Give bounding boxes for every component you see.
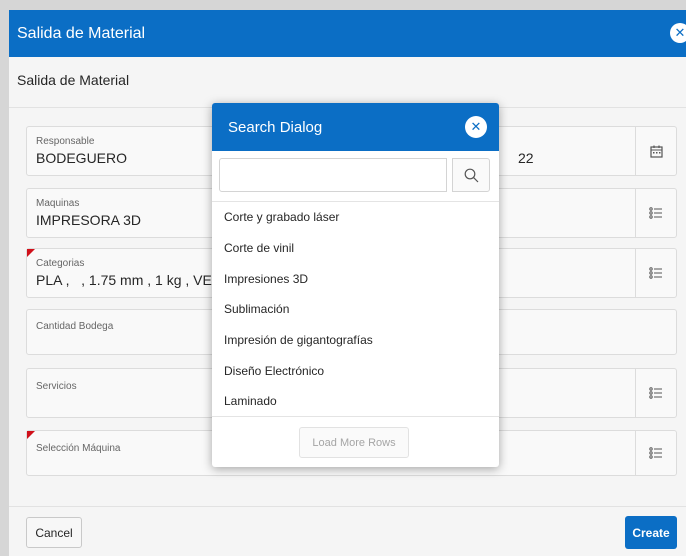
required-marker [27, 249, 35, 257]
list-item[interactable]: Sublimación [212, 294, 499, 325]
search-dialog: Search Dialog ✕ Corte y grabado láser Co… [212, 103, 499, 467]
search-button[interactable] [452, 158, 490, 192]
cancel-button[interactable]: Cancel [26, 517, 82, 548]
categorias-value: PLA , , 1.75 mm , 1 kg , VERD [36, 272, 233, 288]
categorias-label: Categorias [36, 258, 85, 269]
footer-divider [9, 506, 686, 507]
maquinas-value: IMPRESORA 3D [36, 212, 142, 228]
search-bar [212, 151, 499, 202]
list-item[interactable]: Laminado [212, 386, 499, 417]
list-item[interactable]: Diseño Electrónico [212, 355, 499, 386]
search-dialog-footer: Load More Rows [212, 416, 499, 467]
list-icon[interactable] [635, 249, 676, 297]
close-icon[interactable]: ✕ [465, 116, 487, 138]
required-marker [27, 431, 35, 439]
list-item[interactable]: Impresión de gigantografías [212, 325, 499, 356]
list-icon[interactable] [635, 369, 676, 417]
responsable-value: BODEGUERO [36, 150, 128, 166]
maquinas-label: Maquinas [36, 198, 80, 209]
responsable-date-partial: 22 [518, 150, 534, 166]
search-input[interactable] [219, 158, 447, 192]
list-icon[interactable] [635, 189, 676, 237]
list-item[interactable]: Corte y grabado láser [212, 202, 499, 233]
list-icon[interactable] [635, 431, 676, 475]
list-item[interactable]: Corte de vinil [212, 233, 499, 264]
list-item[interactable]: Impresiones 3D [212, 263, 499, 294]
seleccion-maquina-label: Selección Máquina [36, 443, 121, 454]
load-more-button[interactable]: Load More Rows [299, 427, 409, 458]
search-dialog-title: Search Dialog [228, 118, 323, 136]
results-list: Corte y grabado láser Corte de vinil Imp… [212, 202, 499, 417]
search-dialog-header: Search Dialog ✕ [212, 103, 499, 151]
modal-title: Salida de Material [17, 24, 146, 42]
responsable-label: Responsable [36, 136, 95, 147]
calendar-icon[interactable] [635, 127, 676, 175]
region-title: Salida de Material [17, 72, 130, 88]
create-button[interactable]: Create [625, 516, 677, 549]
modal-header: Salida de Material ✕ [9, 10, 686, 57]
cantidad-bodega-label: Cantidad Bodega [36, 321, 114, 332]
servicios-label: Servicios [36, 381, 77, 392]
close-icon[interactable]: ✕ [670, 23, 686, 43]
search-icon [464, 168, 478, 182]
